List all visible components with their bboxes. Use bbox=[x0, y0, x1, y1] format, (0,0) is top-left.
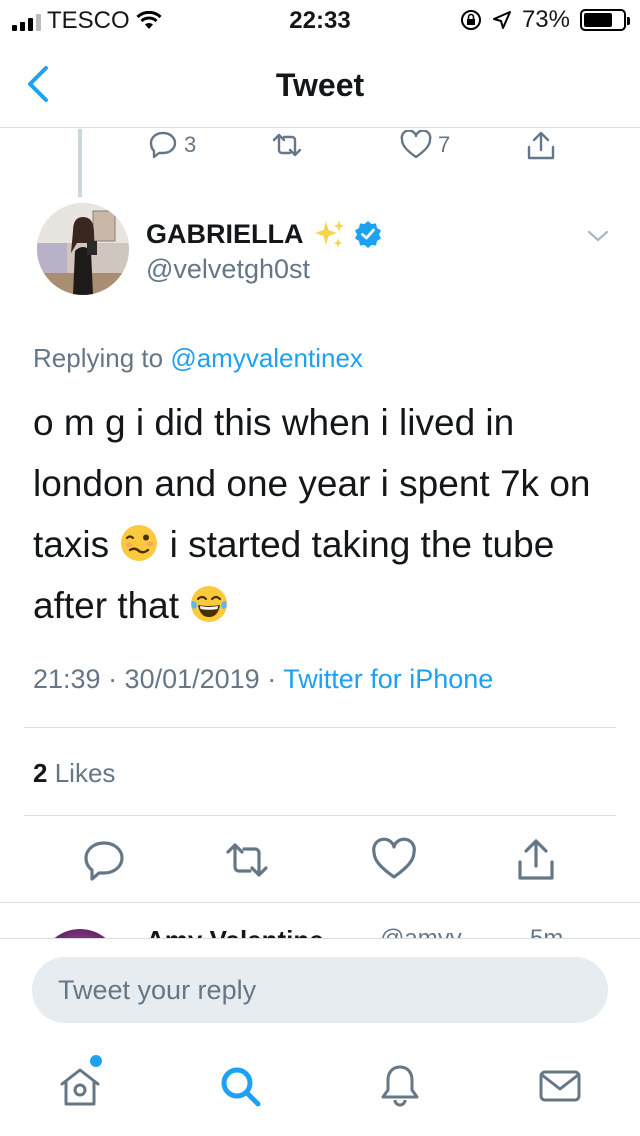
tweet-actions bbox=[0, 836, 640, 884]
tweet-timestamp: 21:39 · 30/01/2019 · bbox=[33, 664, 284, 694]
tweet-text-part2: i started taking the tube after that bbox=[33, 524, 555, 626]
battery-percent: 73% bbox=[521, 6, 570, 33]
woozy-face-emoji-icon bbox=[121, 525, 158, 561]
likes-summary[interactable]: 2 Likes bbox=[33, 758, 115, 789]
previous-reply-count: 3 bbox=[184, 132, 197, 157]
tweet-text: o m g i did this when i lived in london … bbox=[33, 392, 623, 636]
previous-retweet-button[interactable] bbox=[270, 130, 304, 160]
nav-header: Tweet bbox=[0, 40, 640, 128]
tab-bar bbox=[0, 1042, 640, 1136]
author-name-text: GABRIELLA bbox=[146, 218, 304, 249]
retweet-icon[interactable] bbox=[223, 836, 271, 884]
divider bbox=[24, 815, 616, 816]
next-tweet-time: 5m bbox=[530, 925, 563, 938]
battery-icon bbox=[580, 9, 630, 31]
previous-like-count: 7 bbox=[438, 132, 451, 157]
home-icon[interactable] bbox=[56, 1062, 104, 1110]
heart-icon[interactable] bbox=[370, 836, 418, 884]
reply-icon[interactable] bbox=[80, 836, 128, 884]
status-right: 73% bbox=[460, 6, 630, 34]
heart-icon bbox=[400, 130, 432, 159]
next-author-handle: @amyv... bbox=[380, 925, 480, 938]
previous-like-button[interactable]: 7 bbox=[400, 130, 450, 160]
tears-of-joy-emoji-icon bbox=[191, 586, 228, 622]
orientation-lock-icon bbox=[460, 10, 481, 30]
mail-icon[interactable] bbox=[536, 1062, 584, 1110]
replying-label: Replying to bbox=[33, 343, 164, 373]
author-handle[interactable]: @velvetgh0st bbox=[146, 254, 310, 285]
previous-tweet-actions: 3 7 bbox=[0, 128, 640, 168]
share-icon bbox=[527, 131, 555, 160]
tweet-meta: 21:39 · 30/01/2019 · Twitter for iPhone bbox=[33, 664, 493, 695]
previous-reply-button[interactable]: 3 bbox=[148, 130, 196, 160]
likes-label: Likes bbox=[54, 758, 116, 788]
replying-mention-link[interactable]: @amyvalentinex bbox=[170, 343, 363, 373]
next-author-avatar[interactable] bbox=[40, 929, 120, 938]
bell-icon[interactable] bbox=[376, 1062, 424, 1110]
author-name[interactable]: GABRIELLA bbox=[146, 217, 382, 251]
replying-to: Replying to @amyvalentinex bbox=[33, 343, 363, 374]
verified-badge-icon bbox=[354, 221, 381, 248]
next-author-name: Amy Valentine bbox=[146, 925, 324, 938]
next-tweet[interactable]: Amy Valentine @amyv... 5m bbox=[0, 902, 640, 938]
status-bar: TESCO 22:33 73% bbox=[0, 0, 640, 40]
previous-share-button[interactable] bbox=[526, 130, 556, 162]
divider bbox=[24, 727, 616, 728]
retweet-icon bbox=[272, 133, 302, 157]
page-title: Tweet bbox=[275, 67, 365, 103]
tweet-source-link[interactable]: Twitter for iPhone bbox=[283, 664, 493, 694]
likes-count: 2 bbox=[33, 758, 48, 788]
sparkles-icon bbox=[314, 220, 344, 248]
author-avatar[interactable] bbox=[37, 203, 129, 295]
share-icon[interactable] bbox=[512, 836, 560, 884]
reply-input[interactable] bbox=[32, 957, 608, 1023]
location-icon bbox=[492, 11, 511, 29]
reply-icon bbox=[149, 131, 177, 159]
chevron-down-icon[interactable] bbox=[586, 224, 610, 248]
search-icon[interactable] bbox=[216, 1062, 264, 1110]
reply-bar bbox=[0, 938, 640, 1042]
